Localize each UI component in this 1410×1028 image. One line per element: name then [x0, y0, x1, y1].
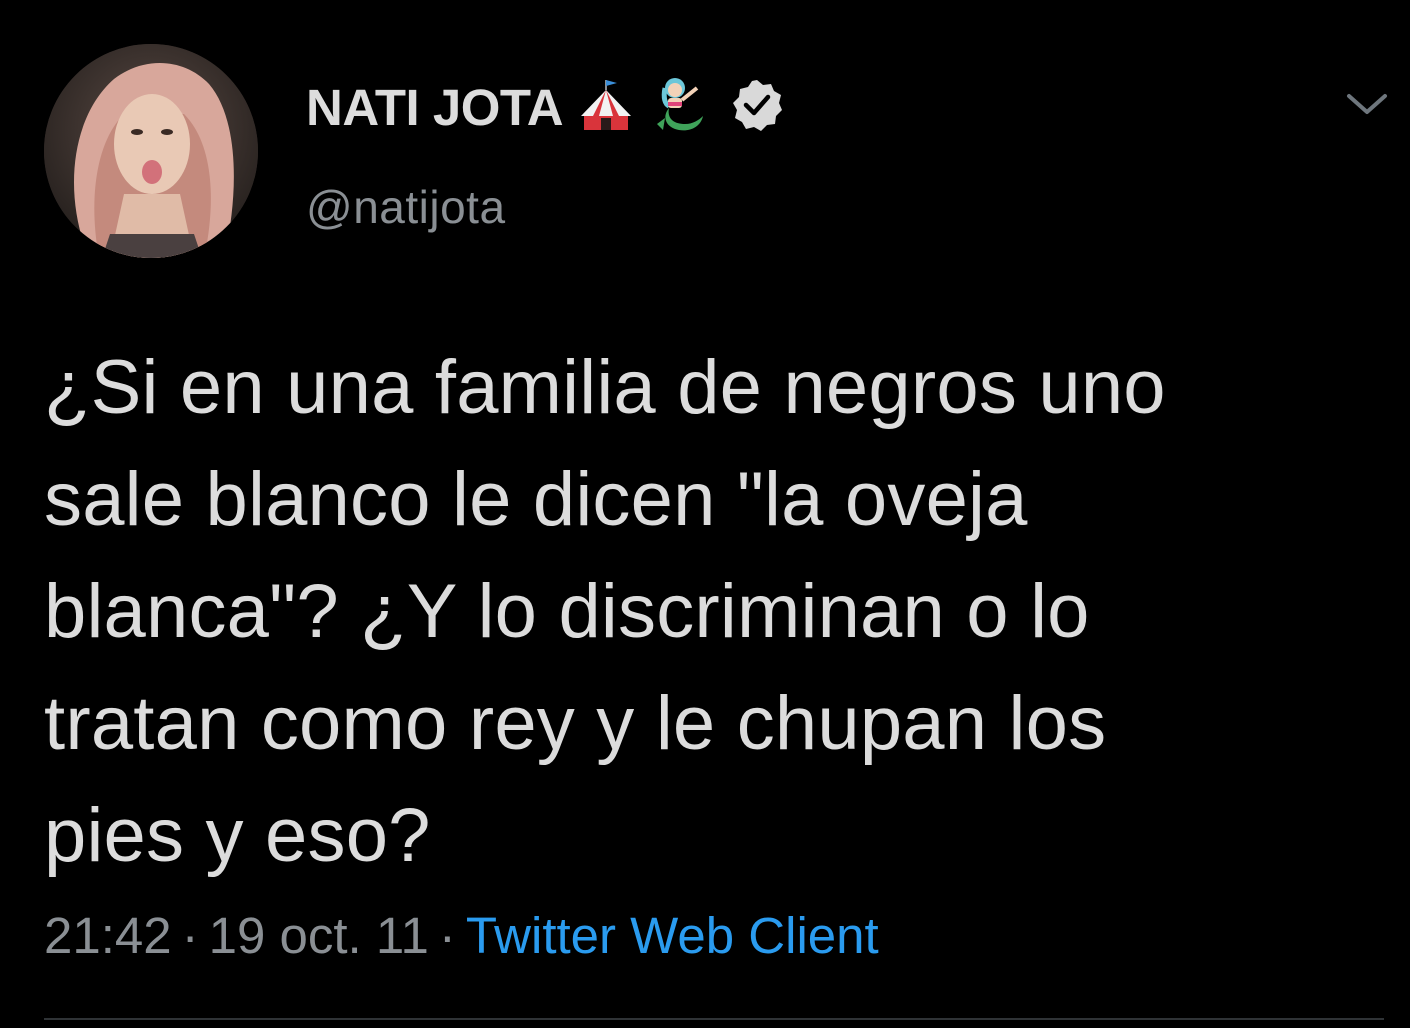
tweet-time[interactable]: 21:42 — [44, 906, 172, 965]
meta-separator: · — [438, 906, 456, 964]
mermaid-icon — [649, 74, 711, 141]
name-row: NATI JOTA — [306, 72, 785, 142]
more-options-button[interactable] — [1342, 84, 1392, 124]
chevron-down-icon — [1347, 94, 1387, 114]
tweet-source-link[interactable]: Twitter Web Client — [466, 906, 879, 965]
tweet-text: ¿Si en una familia de negros uno sale bl… — [44, 345, 1166, 878]
user-info: NATI JOTA @natijota — [306, 72, 785, 234]
user-handle[interactable]: @natijota — [306, 180, 785, 234]
tweet-meta: 21:42 · 19 oct. 11 · Twitter Web Client — [44, 900, 879, 970]
display-name[interactable]: NATI JOTA — [306, 78, 564, 137]
avatar-image — [44, 44, 258, 258]
tweet-card: NATI JOTA @natijota ¿Si en una familia d… — [0, 0, 1410, 1028]
tweet-date[interactable]: 19 oct. 11 — [209, 906, 429, 965]
avatar[interactable] — [44, 44, 258, 258]
meta-separator: · — [181, 906, 199, 964]
verified-badge-icon — [729, 77, 785, 138]
circus-tent-icon — [577, 76, 635, 139]
divider — [44, 1018, 1384, 1020]
